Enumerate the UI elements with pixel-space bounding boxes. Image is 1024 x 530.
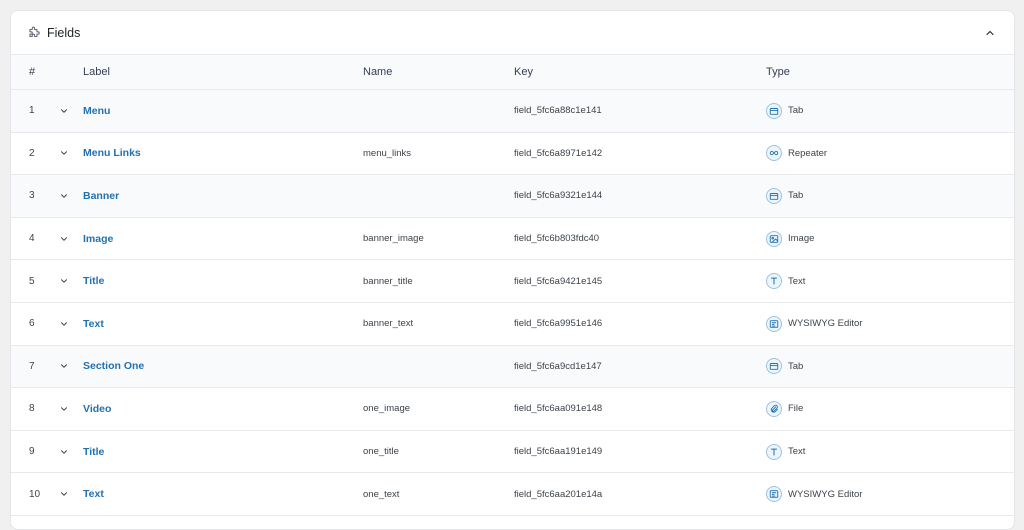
field-type-label: Text xyxy=(788,275,806,287)
fields-panel: Fields # Label Name Key Type 1 Menu field_… xyxy=(10,10,1015,530)
chevron-down-icon[interactable] xyxy=(59,319,83,329)
image-icon xyxy=(766,230,782,247)
field-type: Text xyxy=(766,273,1014,290)
field-rows: 1 Menu field_5fc6a88c1e141 Tab 2 Menu Links me… xyxy=(11,90,1014,516)
row-number: 8 xyxy=(29,403,35,415)
field-type: Tab xyxy=(766,187,1014,204)
field-type: Repeater xyxy=(766,145,1014,162)
field-type: Image xyxy=(766,230,1014,247)
field-type: File xyxy=(766,400,1014,417)
field-label-link[interactable]: Image xyxy=(83,233,363,245)
row-number: 1 xyxy=(29,105,35,117)
header-type: Type xyxy=(766,66,790,78)
field-type-label: WYSIWYG Editor xyxy=(788,488,863,500)
field-label-link[interactable]: Text xyxy=(83,318,363,330)
field-type-label: Tab xyxy=(788,190,804,202)
table-row[interactable]: 6 Text banner_text field_5fc6a9951e146 WYSIW… xyxy=(11,303,1014,346)
chevron-down-icon[interactable] xyxy=(59,447,83,457)
header-label: Label xyxy=(83,66,110,78)
table-row[interactable]: 1 Menu field_5fc6a88c1e141 Tab xyxy=(11,90,1014,133)
field-label-link[interactable]: Menu xyxy=(83,105,363,117)
chevron-down-icon[interactable] xyxy=(59,276,83,286)
field-name: banner_title xyxy=(363,275,413,287)
wysiwyg-icon xyxy=(766,486,782,503)
text-icon xyxy=(766,443,782,460)
tab-icon xyxy=(766,187,782,204)
row-number: 4 xyxy=(29,233,35,245)
table-row[interactable]: 10 Text one_text field_5fc6aa201e14a WYSIWYG… xyxy=(11,473,1014,516)
field-key: field_5fc6b803fdc40 xyxy=(514,233,600,245)
field-key: field_5fc6a9321e144 xyxy=(514,190,603,202)
field-label-link[interactable]: Menu Links xyxy=(83,147,363,159)
field-name: menu_links xyxy=(363,147,412,159)
table-row[interactable]: 5 Title banner_title field_5fc6a9421e145 Tex… xyxy=(11,260,1014,303)
collapse-chevron-up-icon[interactable] xyxy=(982,25,998,41)
field-label-link[interactable]: Text xyxy=(83,488,363,500)
chevron-down-icon[interactable] xyxy=(59,404,83,414)
field-key: field_5fc6a9421e145 xyxy=(514,275,603,287)
field-type-label: Tab xyxy=(788,360,804,372)
chevron-down-icon[interactable] xyxy=(59,361,83,371)
field-type: Text xyxy=(766,443,1014,460)
field-key: field_5fc6aa091e148 xyxy=(514,403,603,415)
chevron-down-icon[interactable] xyxy=(59,106,83,116)
field-key: field_5fc6a9cd1e147 xyxy=(514,360,602,372)
field-type: WYSIWYG Editor xyxy=(766,315,1014,332)
field-key: field_5fc6a9951e146 xyxy=(514,318,603,330)
field-label-link[interactable]: Section One xyxy=(83,360,363,372)
chevron-down-icon[interactable] xyxy=(59,234,83,244)
file-icon xyxy=(766,400,782,417)
table-row[interactable]: 8 Video one_image field_5fc6aa091e148 File xyxy=(11,388,1014,431)
table-row[interactable]: 9 Title one_title field_5fc6aa191e149 Text xyxy=(11,431,1014,474)
field-type: WYSIWYG Editor xyxy=(766,486,1014,503)
row-number: 7 xyxy=(29,360,35,372)
field-type-label: File xyxy=(788,403,804,415)
row-number: 10 xyxy=(29,488,41,500)
chevron-down-icon[interactable] xyxy=(59,489,83,499)
field-label-link[interactable]: Banner xyxy=(83,190,363,202)
row-number: 3 xyxy=(29,190,35,202)
chevron-down-icon[interactable] xyxy=(59,148,83,158)
table-row[interactable]: 7 Section One field_5fc6a9cd1e147 Tab xyxy=(11,345,1014,389)
field-key: field_5fc6aa191e149 xyxy=(514,446,603,458)
row-number: 6 xyxy=(29,318,35,330)
field-name: banner_image xyxy=(363,233,424,245)
repeater-icon xyxy=(766,145,782,162)
field-type: Tab xyxy=(766,358,1014,375)
field-name: one_image xyxy=(363,403,411,415)
field-key: field_5fc6a8971e142 xyxy=(514,147,603,159)
text-icon xyxy=(766,273,782,290)
header-num: # xyxy=(29,66,36,78)
field-name: one_text xyxy=(363,488,400,500)
row-number: 2 xyxy=(29,147,35,159)
panel-title: Fields xyxy=(47,25,81,40)
field-type-label: WYSIWYG Editor xyxy=(788,318,863,330)
table-row[interactable]: 2 Menu Links menu_links field_5fc6a8971e142… xyxy=(11,133,1014,176)
wysiwyg-icon xyxy=(766,315,782,332)
field-type-label: Repeater xyxy=(788,147,828,159)
field-type-label: Tab xyxy=(788,105,804,117)
field-key: field_5fc6a88c1e141 xyxy=(514,105,602,117)
panel-header[interactable]: Fields xyxy=(11,11,1014,55)
field-type: Tab xyxy=(766,102,1014,119)
field-label-link[interactable]: Title xyxy=(83,446,363,458)
table-row[interactable]: 4 Image banner_image field_5fc6b803fdc40 Ima… xyxy=(11,218,1014,261)
tab-icon xyxy=(766,358,782,375)
puzzle-icon xyxy=(27,26,41,40)
field-type-label: Image xyxy=(788,233,815,245)
field-label-link[interactable]: Title xyxy=(83,275,363,287)
header-name: Name xyxy=(363,66,393,78)
table-header: # Label Name Key Type xyxy=(11,55,1014,90)
field-name: banner_text xyxy=(363,318,414,330)
field-label-link[interactable]: Video xyxy=(83,403,363,415)
row-number: 5 xyxy=(29,275,35,287)
field-key: field_5fc6aa201e14a xyxy=(514,488,603,500)
field-name: one_title xyxy=(363,446,399,458)
field-type-label: Text xyxy=(788,446,806,458)
header-key: Key xyxy=(514,66,533,78)
chevron-down-icon[interactable] xyxy=(59,191,83,201)
row-number: 9 xyxy=(29,446,35,458)
table-row[interactable]: 3 Banner field_5fc6a9321e144 Tab xyxy=(11,175,1014,218)
tab-icon xyxy=(766,102,782,119)
